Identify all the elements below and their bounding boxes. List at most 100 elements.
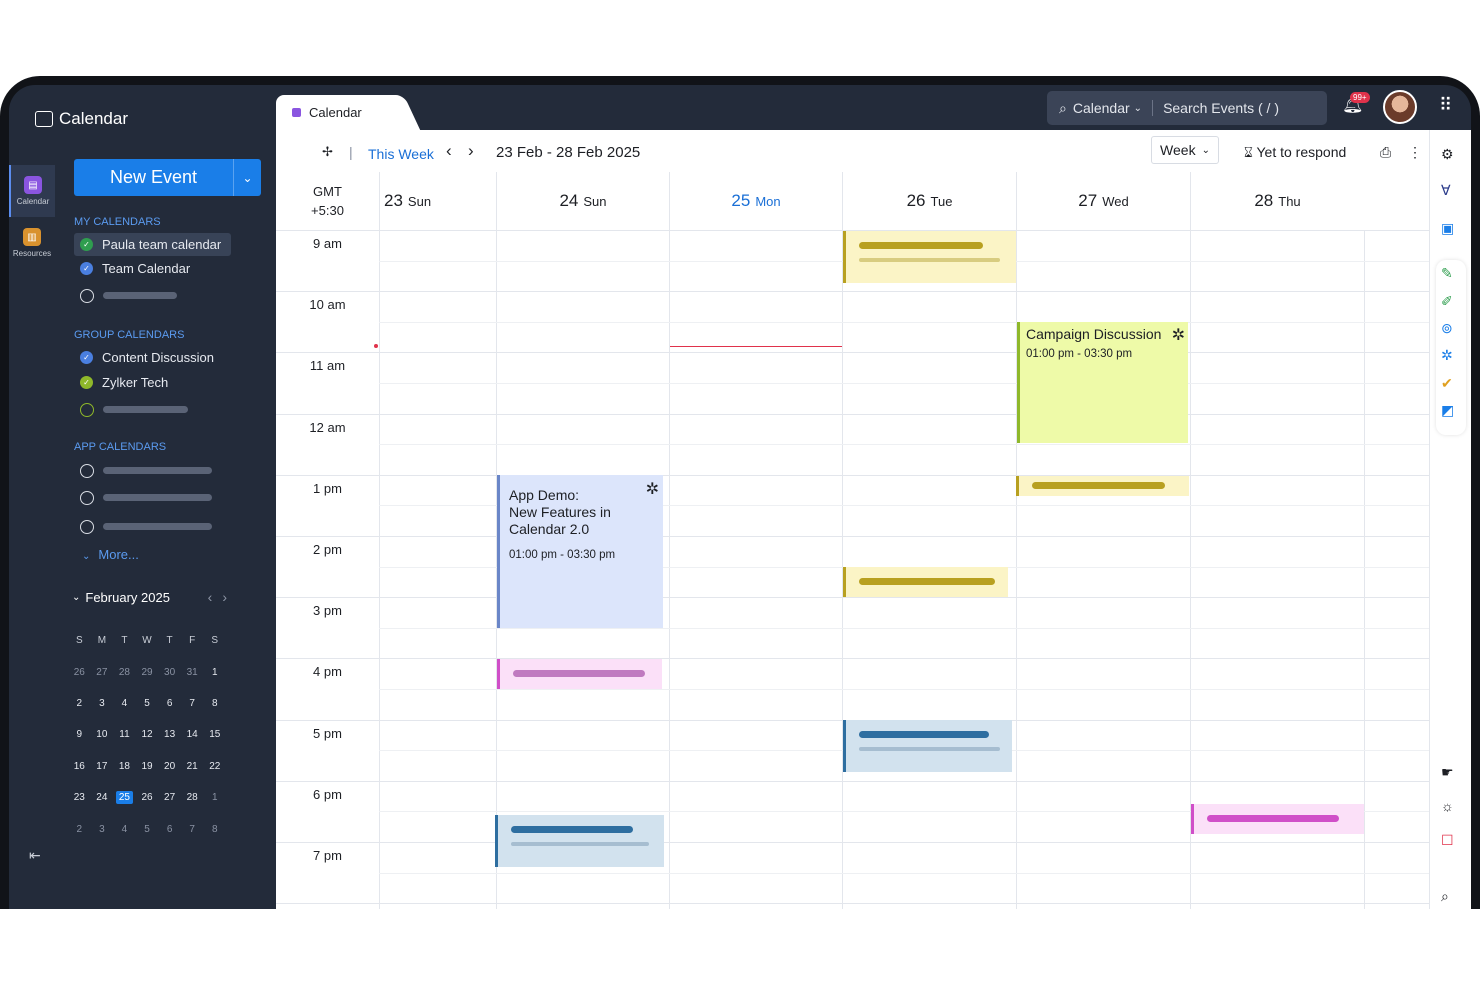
mini-day[interactable]: 19	[136, 761, 159, 772]
event-block[interactable]	[843, 231, 1016, 283]
mini-day[interactable]: 10	[91, 729, 114, 740]
event-block[interactable]	[1016, 476, 1189, 496]
more-link[interactable]: ⌄ More...	[82, 547, 139, 562]
mini-day[interactable]: 4	[113, 824, 136, 835]
search-scope[interactable]: Calendar	[1073, 100, 1130, 116]
mini-day[interactable]: 2	[68, 698, 91, 709]
calendar-item-content-discussion[interactable]: ✓ Content Discussion	[74, 346, 214, 369]
settings-icon[interactable]: ⚙	[1441, 146, 1454, 163]
zoho-icon[interactable]: ∀	[1441, 182, 1451, 199]
mini-day[interactable]: 13	[158, 729, 181, 740]
day-header[interactable]: 27 Wed	[1016, 172, 1190, 230]
unchecked-icon[interactable]	[80, 490, 94, 505]
day-header[interactable]: 25 Mon	[669, 172, 842, 230]
mini-day[interactable]: 7	[181, 698, 204, 709]
mini-day[interactable]: 6	[158, 698, 181, 709]
mini-day[interactable]: 17	[91, 761, 114, 772]
mini-day[interactable]: 29	[136, 667, 159, 678]
event-block[interactable]	[497, 659, 662, 689]
day-header[interactable]: 28 Thu	[1190, 172, 1364, 230]
this-week-button[interactable]: This Week	[368, 146, 434, 162]
mini-day[interactable]: 3	[91, 824, 114, 835]
avatar[interactable]	[1383, 90, 1417, 124]
event-app-demo[interactable]: App Demo: New Features in Calendar 2.0 01:0…	[497, 475, 663, 628]
calendar-item-placeholder[interactable]	[74, 398, 188, 421]
search-input[interactable]: Search Events ( / )	[1163, 100, 1279, 116]
theme-icon[interactable]: ☼	[1441, 798, 1454, 814]
rail-item-calendar[interactable]: ▤ Calendar	[9, 165, 55, 217]
event-block[interactable]	[495, 815, 664, 867]
unchecked-icon[interactable]	[80, 519, 94, 534]
mini-day[interactable]: 2	[68, 824, 91, 835]
chat-icon[interactable]: ☐	[1441, 832, 1454, 849]
day-header[interactable]: 26 Tue	[842, 172, 1016, 230]
mini-day[interactable]: 24	[91, 792, 114, 803]
mini-day[interactable]: 6	[158, 824, 181, 835]
unchecked-icon[interactable]	[80, 288, 94, 303]
tab-calendar[interactable]: Calendar	[276, 95, 396, 130]
mini-day[interactable]: 25	[113, 791, 136, 805]
chevron-left-icon[interactable]: ‹	[208, 589, 213, 605]
apps-grid-icon[interactable]: ⠿	[1439, 95, 1452, 116]
collapse-sidebar-icon[interactable]: ⇤	[29, 847, 41, 864]
chevron-down-icon[interactable]: ⌄	[233, 159, 261, 196]
calendar-item-zylker-tech[interactable]: ✓ Zylker Tech	[74, 371, 168, 394]
mini-day[interactable]: 30	[158, 667, 181, 678]
rail-item-resources[interactable]: ▥ Resources	[9, 217, 55, 269]
mini-day[interactable]: 8	[203, 824, 226, 835]
calendar-item-paula-team[interactable]: ✓ Paula team calendar	[74, 233, 231, 256]
print-icon[interactable]: ⎙	[1380, 144, 1391, 161]
add-icon[interactable]: ✢	[322, 144, 333, 160]
day-header[interactable]: 23 Sun	[379, 172, 496, 230]
event-block[interactable]	[1191, 804, 1364, 834]
mini-day[interactable]: 27	[91, 667, 114, 678]
chevron-right-icon[interactable]: ›	[222, 589, 227, 605]
chevron-left-icon[interactable]: ‹	[446, 141, 452, 161]
announce-icon[interactable]: ☛	[1441, 764, 1454, 781]
mini-day[interactable]: 4	[113, 698, 136, 709]
notes-icon[interactable]: ✐	[1441, 293, 1453, 310]
mini-day[interactable]: 20	[158, 761, 181, 772]
mini-day[interactable]: 8	[203, 698, 226, 709]
analytics-icon[interactable]: ◩	[1441, 402, 1454, 419]
mini-day[interactable]: 27	[158, 792, 181, 803]
calendar-icon[interactable]: ▣	[1441, 220, 1454, 237]
respond-filter[interactable]: ⌛︎ Yet to respond	[1244, 144, 1346, 161]
task-icon[interactable]: ✔	[1441, 375, 1453, 392]
mini-day[interactable]: 21	[181, 761, 204, 772]
chevron-down-icon[interactable]: ⌄	[1134, 103, 1142, 114]
mini-day[interactable]: 26	[136, 792, 159, 803]
mini-day[interactable]: 28	[181, 792, 204, 803]
checked-icon[interactable]: ✓	[80, 262, 93, 275]
new-event-button[interactable]: New Event ⌄	[74, 159, 261, 196]
mini-day[interactable]: 26	[68, 667, 91, 678]
mini-day[interactable]: 5	[136, 824, 159, 835]
app-calendar-item[interactable]	[74, 486, 212, 509]
search-bar[interactable]: ⌕ Calendar ⌄ Search Events ( / )	[1047, 91, 1327, 125]
checked-icon[interactable]: ✓	[80, 238, 93, 251]
app-calendar-item[interactable]	[74, 515, 212, 538]
mini-day[interactable]: 18	[113, 761, 136, 772]
mini-day[interactable]: 12	[136, 729, 159, 740]
mini-day[interactable]: 9	[68, 729, 91, 740]
more-options-icon[interactable]: ⋮	[1408, 144, 1422, 161]
search-icon[interactable]: ⌕	[1441, 888, 1449, 905]
mini-day[interactable]: 1	[203, 792, 226, 803]
mini-day[interactable]: 15	[203, 729, 226, 740]
event-block[interactable]	[843, 720, 1012, 772]
integration-icon[interactable]: ✲	[1441, 347, 1453, 364]
checked-icon[interactable]: ✓	[80, 351, 93, 364]
app-calendar-item[interactable]	[74, 459, 212, 482]
mini-day[interactable]: 3	[91, 698, 114, 709]
view-select[interactable]: Week ⌄	[1151, 136, 1219, 164]
mini-day[interactable]: 31	[181, 667, 204, 678]
calendar-item-team[interactable]: ✓ Team Calendar	[74, 257, 190, 280]
chevron-down-icon[interactable]: ⌄	[72, 592, 80, 603]
mini-day[interactable]: 23	[68, 792, 91, 803]
mini-day[interactable]: 7	[181, 824, 204, 835]
calendar-item-placeholder[interactable]	[74, 284, 177, 307]
mini-day[interactable]: 5	[136, 698, 159, 709]
event-block[interactable]	[843, 567, 1008, 597]
checked-icon[interactable]: ✓	[80, 376, 93, 389]
event-campaign-discussion[interactable]: Campaign Discussion 01:00 pm - 03:30 pm ✲	[1017, 322, 1188, 443]
